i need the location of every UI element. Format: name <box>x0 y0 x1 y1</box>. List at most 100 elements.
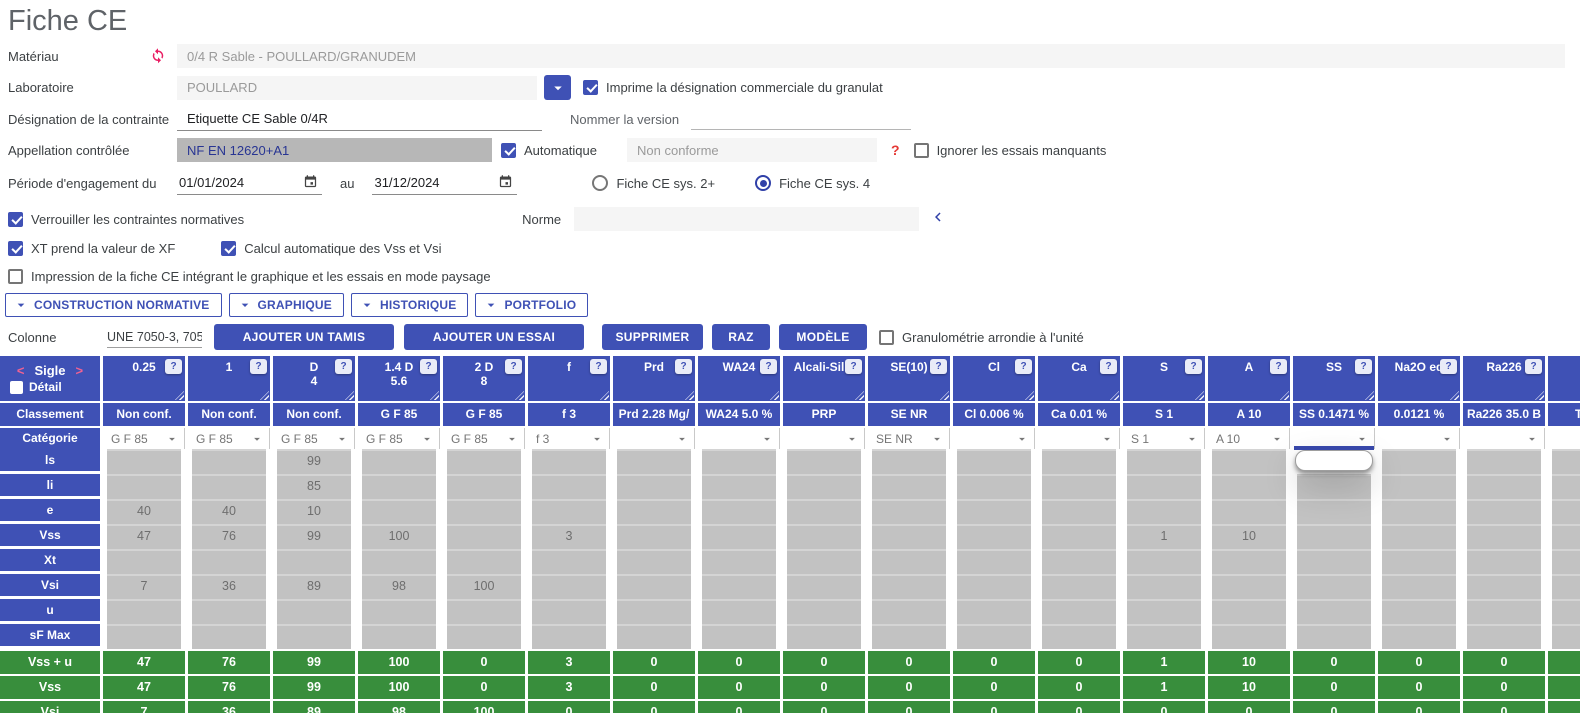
column-resize-handle[interactable] <box>685 391 694 400</box>
value-cell[interactable] <box>362 599 436 624</box>
column-header-Ra226[interactable]: Ra226? <box>1463 356 1545 401</box>
value-cell[interactable]: 47 <box>107 524 181 549</box>
value-cell[interactable] <box>1212 599 1286 624</box>
value-cell[interactable] <box>1042 574 1116 599</box>
column-header-WA24[interactable]: WA24? <box>698 356 780 401</box>
value-cell[interactable]: 40 <box>192 499 266 524</box>
column-header-SS[interactable]: SS? <box>1293 356 1375 401</box>
value-cell[interactable] <box>702 574 776 599</box>
value-cell[interactable] <box>787 499 861 524</box>
fiche-sys2-radio[interactable] <box>592 175 608 191</box>
value-cell[interactable] <box>1127 624 1201 649</box>
value-cell[interactable] <box>532 549 606 574</box>
value-cell[interactable] <box>1042 524 1116 549</box>
value-cell[interactable] <box>702 599 776 624</box>
value-cell[interactable] <box>192 624 266 649</box>
column-resize-handle[interactable] <box>1280 391 1289 400</box>
norme-input[interactable] <box>574 207 919 231</box>
column-help-button[interactable]: ? <box>930 359 947 374</box>
column-header-0.25[interactable]: 0.25? <box>103 356 185 401</box>
tab-graphique[interactable]: GRAPHIQUE <box>229 293 344 317</box>
date-debut-input[interactable]: 01/01/2024 <box>177 171 322 195</box>
value-cell[interactable] <box>1212 449 1286 474</box>
categorie-select[interactable] <box>613 428 695 449</box>
value-cell[interactable] <box>1127 474 1201 499</box>
value-cell[interactable] <box>277 599 351 624</box>
column-header-f[interactable]: f? <box>528 356 610 401</box>
value-cell[interactable]: 85 <box>277 474 351 499</box>
value-cell[interactable] <box>1042 474 1116 499</box>
appellation-input[interactable]: NF EN 12620+A1 <box>177 138 492 162</box>
column-header-Cl[interactable]: Cl? <box>953 356 1035 401</box>
modele-button[interactable]: MODÈLE <box>779 324 867 350</box>
column-help-button[interactable]: ? <box>420 359 437 374</box>
value-cell[interactable] <box>1212 624 1286 649</box>
value-cell[interactable] <box>1467 474 1541 499</box>
xt-checkbox[interactable] <box>8 241 23 256</box>
value-cell[interactable]: 7 <box>107 574 181 599</box>
column-help-button[interactable]: ? <box>1440 359 1457 374</box>
categorie-select[interactable]: G F 85 <box>188 428 270 449</box>
column-header-1.4 D[interactable]: 1.4 D5.6? <box>358 356 440 401</box>
column-resize-handle[interactable] <box>345 391 354 400</box>
chevron-left-icon[interactable] <box>929 208 947 231</box>
value-cell[interactable] <box>957 474 1031 499</box>
value-cell[interactable] <box>1552 549 1580 574</box>
column-header-Ca[interactable]: Ca? <box>1038 356 1120 401</box>
categorie-select[interactable] <box>783 428 865 449</box>
value-cell[interactable]: 10 <box>277 499 351 524</box>
fiche-sys4-radio[interactable] <box>755 175 771 191</box>
column-header-Alcali-Silic[interactable]: Alcali-Silic? <box>783 356 865 401</box>
value-cell[interactable] <box>617 624 691 649</box>
value-cell[interactable] <box>872 549 946 574</box>
value-cell[interactable] <box>957 524 1031 549</box>
tab-portfolio[interactable]: PORTFOLIO <box>475 293 588 317</box>
value-cell[interactable] <box>362 449 436 474</box>
nommer-version-input[interactable] <box>691 108 911 130</box>
column-help-button[interactable]: ? <box>1015 359 1032 374</box>
value-cell[interactable]: 100 <box>447 574 521 599</box>
value-cell[interactable] <box>107 599 181 624</box>
value-cell[interactable] <box>1212 549 1286 574</box>
column-help-button[interactable]: ? <box>165 359 182 374</box>
column-help-button[interactable]: ? <box>250 359 267 374</box>
value-cell[interactable] <box>1042 499 1116 524</box>
value-cell[interactable] <box>1467 524 1541 549</box>
column-header-Na2O eq[interactable]: Na2O eq? <box>1378 356 1460 401</box>
value-cell[interactable] <box>957 599 1031 624</box>
value-cell[interactable] <box>532 449 606 474</box>
value-cell[interactable] <box>617 449 691 474</box>
ajouter-tamis-button[interactable]: AJOUTER UN TAMIS <box>214 324 394 350</box>
value-cell[interactable] <box>447 599 521 624</box>
column-resize-handle[interactable] <box>430 391 439 400</box>
value-cell[interactable] <box>1467 574 1541 599</box>
column-header-1[interactable]: 1? <box>188 356 270 401</box>
value-cell[interactable] <box>532 474 606 499</box>
value-cell[interactable] <box>447 524 521 549</box>
value-cell[interactable] <box>532 599 606 624</box>
value-cell[interactable] <box>957 549 1031 574</box>
date-fin-input[interactable]: 31/12/2024 <box>372 171 517 195</box>
value-cell[interactable] <box>1127 499 1201 524</box>
value-cell[interactable] <box>107 549 181 574</box>
detail-checkbox[interactable] <box>10 381 23 394</box>
value-cell[interactable] <box>872 449 946 474</box>
designation-input[interactable]: Etiquette CE Sable 0/4R <box>177 107 542 131</box>
value-cell[interactable] <box>1127 574 1201 599</box>
value-cell[interactable] <box>1552 474 1580 499</box>
impression-checkbox[interactable] <box>8 269 23 284</box>
value-cell[interactable] <box>362 474 436 499</box>
value-cell[interactable] <box>617 599 691 624</box>
value-cell[interactable] <box>277 624 351 649</box>
value-cell[interactable] <box>1382 499 1456 524</box>
column-resize-handle[interactable] <box>1450 391 1459 400</box>
value-cell[interactable] <box>617 524 691 549</box>
value-cell[interactable]: 10 <box>1212 524 1286 549</box>
column-help-button[interactable]: ? <box>760 359 777 374</box>
calcul-auto-checkbox[interactable] <box>221 241 236 256</box>
ignorer-essais-checkbox[interactable] <box>914 143 929 158</box>
value-cell[interactable] <box>107 624 181 649</box>
focused-value-cell[interactable] <box>1295 450 1373 471</box>
value-cell[interactable] <box>447 624 521 649</box>
value-cell[interactable] <box>1552 574 1580 599</box>
